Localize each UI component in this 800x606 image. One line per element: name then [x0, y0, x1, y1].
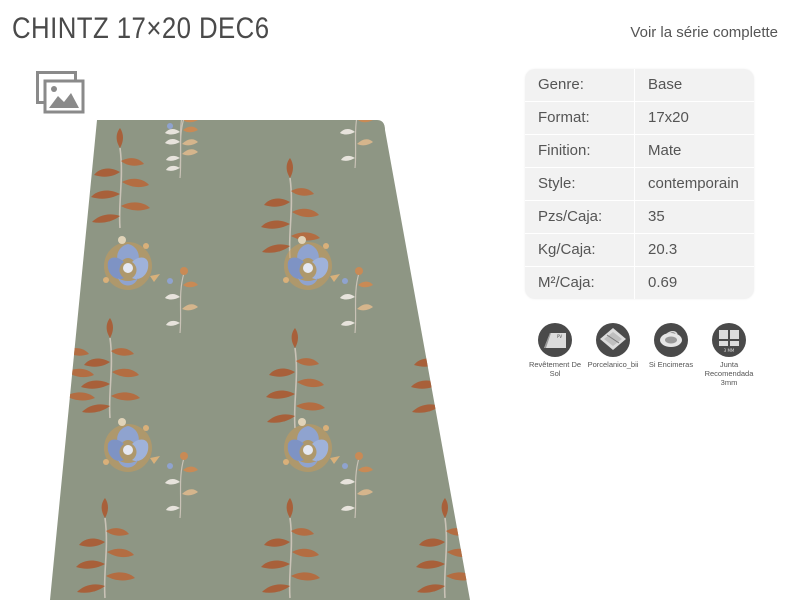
- spec-key: Pzs/Caja:: [525, 201, 635, 233]
- spec-row-m2-per-box: M²/Caja: 0.69: [525, 267, 754, 299]
- feature-floor: PV Revêtement De Sol: [526, 322, 584, 387]
- spec-row-genre: Genre: Base: [525, 69, 754, 102]
- spec-key: Genre:: [525, 69, 635, 101]
- no-countertops-icon: [654, 323, 688, 357]
- spec-value: Mate: [648, 142, 682, 159]
- feature-countertops: Si Encimeras: [642, 322, 700, 387]
- spec-key: Finition:: [525, 135, 635, 167]
- spec-row-finition: Finition: Mate: [525, 135, 754, 168]
- product-title: CHINTZ 17×20 DEC6: [12, 12, 270, 45]
- spec-key: Style:: [525, 168, 635, 200]
- feature-label: Junta Recomendada 3mm: [704, 360, 754, 387]
- spec-value: contemporain: [648, 175, 739, 192]
- feature-grout: 3 MM Junta Recomendada 3mm: [700, 322, 758, 387]
- grout-joint-icon: 3 MM: [712, 323, 746, 357]
- image-gallery-icon[interactable]: [36, 71, 86, 115]
- spec-value: 35: [648, 208, 665, 225]
- spec-value: Base: [648, 76, 683, 93]
- spec-row-style: Style: contemporain: [525, 168, 754, 201]
- floor-tile-icon-text: PV: [557, 334, 562, 339]
- spec-key: Kg/Caja:: [525, 234, 635, 266]
- spec-row-pieces-per-box: Pzs/Caja: 35: [525, 201, 754, 234]
- spec-value: 17x20: [648, 109, 689, 126]
- floor-tile-icon: PV: [538, 323, 572, 357]
- spec-key: M²/Caja:: [525, 267, 635, 299]
- feature-icons: PV Revêtement De Sol Porcelanico_bii Si …: [526, 322, 758, 387]
- spec-key: Format:: [525, 102, 635, 134]
- product-image: [50, 118, 470, 600]
- spec-table: Genre: Base Format: 17x20 Finition: Mate…: [525, 69, 754, 299]
- feature-label: Porcelanico_bii: [587, 360, 639, 369]
- grout-joint-icon-text: 3 MM: [724, 348, 735, 353]
- view-series-link[interactable]: Voir la série complette: [630, 24, 778, 41]
- feature-label: Si Encimeras: [648, 360, 694, 369]
- spec-row-format: Format: 17x20: [525, 102, 754, 135]
- feature-label: Revêtement De Sol: [528, 360, 582, 378]
- feature-porcelain: Porcelanico_bii: [584, 322, 642, 387]
- spec-value: 0.69: [648, 274, 678, 291]
- spec-row-kg-per-box: Kg/Caja: 20.3: [525, 234, 754, 267]
- spec-value: 20.3: [648, 241, 678, 258]
- porcelain-tile-icon: [596, 323, 630, 357]
